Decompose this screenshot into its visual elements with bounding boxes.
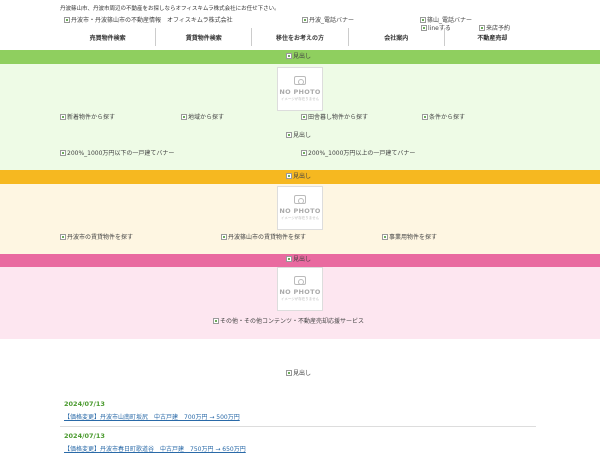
search-countryside[interactable]: 田舎暮し物件から探す xyxy=(301,112,368,121)
broken-image-icon xyxy=(301,113,307,120)
search-sasayama-rentals-label: 丹波篠山市の賃貸物件を探す xyxy=(228,234,307,241)
broken-image-icon xyxy=(60,113,66,120)
search-tamba-rentals[interactable]: 丹波市の賃貸物件を探す xyxy=(60,232,133,241)
section3-heading-alt: 見出し xyxy=(293,256,312,263)
search-sasayama-rentals[interactable]: 丹波篠山市の賃貸物件を探す xyxy=(221,232,306,241)
news-date: 2024/07/13 xyxy=(64,400,105,408)
broken-image-icon xyxy=(181,113,187,120)
nophoto-subtitle: イメージが存在りません xyxy=(280,216,320,220)
nav-item-sale-search[interactable]: 売買物件検索 xyxy=(60,28,157,46)
nav-item-sell[interactable]: 不動産売却 xyxy=(445,28,540,46)
section2-heading: 見出し xyxy=(286,171,311,180)
section1-heading: 見出し xyxy=(286,51,311,60)
camera-icon xyxy=(294,76,306,85)
nav-item-relocation[interactable]: 移住をお考えの方 xyxy=(252,28,349,46)
broken-image-icon xyxy=(60,149,66,156)
nophoto-subtitle: イメージが存在りません xyxy=(280,297,320,301)
section1-heading-alt: 見出し xyxy=(293,53,312,60)
nophoto-subtitle: イメージが存在りません xyxy=(280,97,320,101)
search-business-properties-label: 事業用物件を探す xyxy=(389,234,438,241)
broken-image-icon xyxy=(286,172,292,179)
search-by-conditions-label: 条件から探す xyxy=(429,114,466,121)
section2-heading-alt: 見出し xyxy=(293,173,312,180)
broken-image-icon xyxy=(302,16,308,23)
search-by-area-label: 地域から探す xyxy=(188,114,225,121)
house-under-10m-alt: 200%_1000万円以下の一戸建てバナー xyxy=(67,150,175,157)
section1-heading2: 見出し xyxy=(286,130,311,139)
search-by-conditions[interactable]: 条件から探す xyxy=(422,112,465,121)
nophoto-image: NO PHOTO イメージが存在りません xyxy=(277,186,323,230)
broken-image-icon xyxy=(420,16,426,23)
nav-item-rent-search[interactable]: 賃貸物件検索 xyxy=(156,28,253,46)
broken-image-icon xyxy=(286,131,292,138)
news-item-link[interactable]: 【価格変更】丹波市山南町坂尻 中古戸建 700万円 → 500万円 xyxy=(64,412,240,421)
tamba-tel-banner-alt: 丹波_電話バナー xyxy=(309,17,355,24)
news-date: 2024/07/13 xyxy=(64,432,105,440)
house-under-10m-banner[interactable]: 200%_1000万円以下の一戸建てバナー xyxy=(60,148,174,157)
search-countryside-label: 田舎暮し物件から探す xyxy=(308,114,369,121)
nophoto-title: NO PHOTO xyxy=(279,88,321,96)
news-divider xyxy=(60,426,536,427)
broken-image-icon xyxy=(286,369,292,376)
section3-heading: 見出し xyxy=(286,254,311,263)
section1-heading2-alt: 見出し xyxy=(293,132,312,139)
broken-image-icon xyxy=(213,317,219,324)
global-nav: 売買物件検索 賃貸物件検索 移住をお考えの方 会社案内 不動産売却 xyxy=(60,28,540,46)
house-over-10m-banner[interactable]: 200%_1000万円以上の一戸建てバナー xyxy=(301,148,415,157)
nophoto-image: NO PHOTO イメージが存在りません xyxy=(277,67,323,111)
tamba-tel-banner[interactable]: 丹波_電話バナー xyxy=(302,15,354,24)
search-new-listings-label: 新着物件から探す xyxy=(67,114,116,121)
search-business-properties[interactable]: 事業用物件を探す xyxy=(382,232,437,241)
news-heading-alt: 見出し xyxy=(293,370,312,377)
search-by-area[interactable]: 地域から探す xyxy=(181,112,224,121)
site-logo-alt: 丹波市・丹波篠山市の不動産情報 オフィスキムラ株式会社 xyxy=(71,17,233,24)
site-tagline: 丹波篠山市、丹波市周辺の不動産をお探しならオフィスキムラ株式会社にお任せ下さい。 xyxy=(60,6,280,12)
site-logo[interactable]: 丹波市・丹波篠山市の不動産情報 オフィスキムラ株式会社 xyxy=(64,15,233,24)
broken-image-icon xyxy=(382,233,388,240)
house-over-10m-alt: 200%_1000万円以上の一戸建てバナー xyxy=(308,150,416,157)
broken-image-icon xyxy=(60,233,66,240)
other-contents-banner[interactable]: その他・その他コンテンツ・不動産売却応援サービス xyxy=(213,316,364,325)
broken-image-icon xyxy=(422,113,428,120)
broken-image-icon xyxy=(64,16,70,23)
camera-icon xyxy=(294,276,306,285)
nav-item-company[interactable]: 会社案内 xyxy=(349,28,445,46)
news-item-link[interactable]: 【価格変更】丹波市春日町歌道谷 中古戸建 750万円 → 650万円 xyxy=(64,444,246,453)
broken-image-icon xyxy=(221,233,227,240)
nophoto-image: NO PHOTO イメージが存在りません xyxy=(277,267,323,311)
search-tamba-rentals-label: 丹波市の賃貸物件を探す xyxy=(67,234,134,241)
nophoto-title: NO PHOTO xyxy=(279,207,321,215)
camera-icon xyxy=(294,195,306,204)
broken-image-icon xyxy=(286,255,292,262)
broken-image-icon xyxy=(301,149,307,156)
nophoto-title: NO PHOTO xyxy=(279,288,321,296)
search-new-listings[interactable]: 新着物件から探す xyxy=(60,112,115,121)
news-heading: 見出し xyxy=(286,368,311,377)
other-contents-label: その他・その他コンテンツ・不動産売却応援サービス xyxy=(220,318,365,325)
broken-image-icon xyxy=(286,52,292,59)
